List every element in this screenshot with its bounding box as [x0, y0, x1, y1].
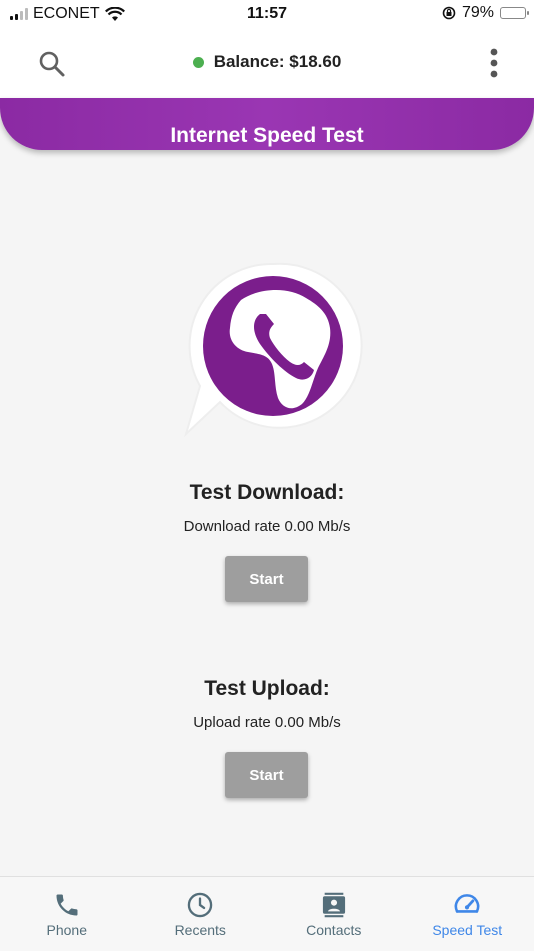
bottom-navigation: Phone Recents Contacts Speed Test [0, 876, 534, 951]
balance-text: Balance: $18.60 [214, 52, 342, 72]
app-logo [178, 258, 390, 464]
status-bar: ECONET 11:57 79% [0, 0, 534, 28]
upload-start-button[interactable]: Start [225, 752, 308, 798]
clock-icon [186, 891, 214, 919]
upload-title: Test Upload: [0, 677, 534, 701]
download-rate: Download rate 0.00 Mb/s [0, 518, 534, 535]
battery-percent: 79% [462, 4, 494, 22]
africa-phone-logo-icon [178, 258, 390, 464]
download-start-button[interactable]: Start [225, 556, 308, 602]
page-title: Internet Speed Test [0, 124, 534, 148]
online-status-dot [193, 57, 204, 68]
title-banner: Internet Speed Test [0, 98, 534, 150]
battery-icon [500, 7, 526, 19]
balance-display: Balance: $18.60 [0, 52, 534, 72]
app-bar: Balance: $18.60 [0, 28, 534, 98]
contacts-icon [320, 891, 348, 919]
nav-item-contacts[interactable]: Contacts [267, 877, 401, 951]
nav-label-phone: Phone [47, 922, 87, 938]
phone-icon [53, 891, 81, 919]
nav-label-contacts: Contacts [306, 922, 361, 938]
nav-item-speed-test[interactable]: Speed Test [401, 877, 534, 951]
orientation-lock-icon [442, 6, 456, 20]
upload-rate: Upload rate 0.00 Mb/s [0, 714, 534, 731]
nav-item-phone[interactable]: Phone [0, 877, 134, 951]
nav-item-recents[interactable]: Recents [134, 877, 268, 951]
speedometer-icon [453, 891, 481, 919]
more-vertical-icon[interactable] [482, 46, 506, 80]
status-right: 79% [442, 4, 526, 22]
nav-label-recents: Recents [175, 922, 226, 938]
download-title: Test Download: [0, 481, 534, 505]
nav-label-speed-test: Speed Test [432, 922, 502, 938]
